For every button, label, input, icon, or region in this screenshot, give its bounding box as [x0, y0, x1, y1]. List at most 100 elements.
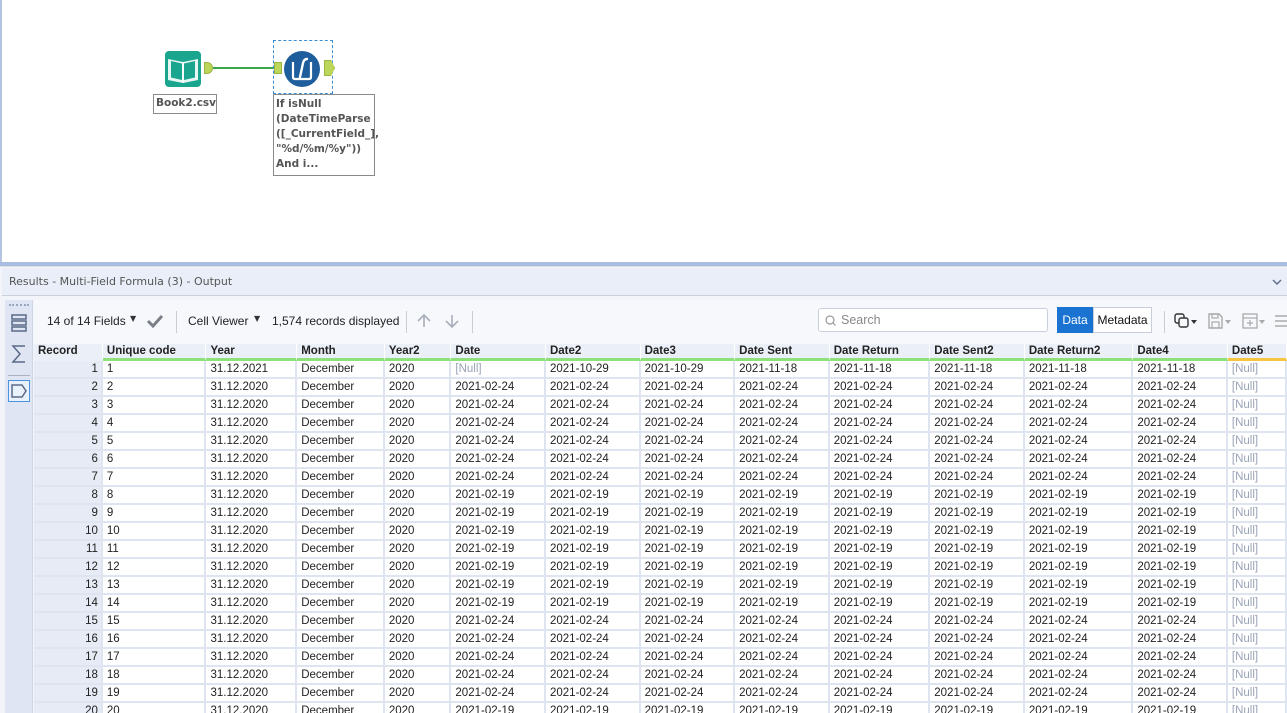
table-cell[interactable]: 2021-02-19	[545, 703, 641, 713]
table-cell[interactable]: 2020	[384, 577, 452, 595]
search-input[interactable]	[841, 311, 1041, 329]
table-cell[interactable]: 2021-02-19	[451, 541, 546, 559]
table-cell[interactable]: 2021-02-24	[735, 649, 830, 667]
table-view-icon[interactable]	[8, 312, 30, 334]
table-cell[interactable]: 2021-02-19	[1024, 505, 1134, 523]
table-cell[interactable]: 2021-02-19	[829, 577, 931, 595]
tab-metadata[interactable]: Metadata	[1093, 307, 1152, 333]
table-cell[interactable]: [Null]	[1227, 667, 1287, 685]
table-cell[interactable]: 2020	[384, 559, 452, 577]
table-cell[interactable]: 2020	[384, 487, 452, 505]
table-cell[interactable]: 31.12.2020	[206, 595, 298, 613]
table-cell[interactable]: 20	[102, 703, 207, 713]
table-cell[interactable]: 2021-02-19	[930, 523, 1025, 541]
table-cell[interactable]: 2021-02-24	[1133, 613, 1228, 631]
table-cell[interactable]: 31.12.2020	[206, 631, 298, 649]
table-cell[interactable]: December	[297, 505, 385, 523]
grip-handle[interactable]	[9, 304, 29, 307]
table-cell[interactable]: 2021-02-24	[640, 685, 736, 703]
column-header[interactable]: Date2	[545, 344, 641, 361]
table-cell[interactable]: 2021-02-24	[1133, 415, 1228, 433]
table-cell[interactable]: 31.12.2020	[206, 667, 298, 685]
table-cell[interactable]: 2021-02-24	[640, 631, 736, 649]
table-cell[interactable]: 2021-02-24	[930, 613, 1025, 631]
table-cell[interactable]: 2021-02-19	[640, 541, 736, 559]
record-number[interactable]: 7	[34, 469, 103, 487]
output-anchor[interactable]	[324, 60, 335, 76]
table-cell[interactable]: 2021-02-24	[1024, 649, 1134, 667]
table-cell[interactable]: 18	[102, 667, 207, 685]
fields-dropdown[interactable]: 14 of 14 Fields	[47, 314, 126, 328]
table-cell[interactable]: 2021-02-19	[451, 577, 546, 595]
table-cell[interactable]: 2021-02-19	[1133, 505, 1228, 523]
table-cell[interactable]: 2021-02-24	[1024, 469, 1134, 487]
copy-icon[interactable]	[1174, 313, 1198, 329]
multi-field-formula-icon[interactable]	[283, 50, 321, 88]
table-cell[interactable]: 2021-11-18	[930, 361, 1025, 379]
table-cell[interactable]: [Null]	[1227, 631, 1287, 649]
summary-sigma-icon[interactable]	[8, 343, 30, 365]
table-cell[interactable]: 2021-11-18	[735, 361, 830, 379]
table-cell[interactable]: 2021-02-19	[1024, 523, 1134, 541]
table-cell[interactable]: 2021-02-24	[1024, 379, 1134, 397]
table-cell[interactable]: 2021-02-19	[1133, 541, 1228, 559]
table-cell[interactable]: 2021-02-19	[1133, 595, 1228, 613]
table-cell[interactable]: 2021-02-24	[545, 613, 641, 631]
table-cell[interactable]: 2021-02-24	[1024, 397, 1134, 415]
table-cell[interactable]: 2021-02-19	[451, 595, 546, 613]
table-cell[interactable]: 2021-02-24	[735, 613, 830, 631]
record-number[interactable]: 12	[34, 559, 103, 577]
table-cell[interactable]: 2021-02-19	[451, 559, 546, 577]
output-tag-icon[interactable]	[8, 380, 30, 402]
table-cell[interactable]: 2021-11-18	[1024, 361, 1134, 379]
table-cell[interactable]: 2021-02-19	[735, 487, 830, 505]
table-cell[interactable]: 2020	[384, 649, 452, 667]
table-cell[interactable]: 2021-02-24	[1133, 451, 1228, 469]
output-anchor[interactable]	[204, 62, 213, 74]
table-cell[interactable]: December	[297, 523, 385, 541]
column-header[interactable]: Month	[297, 344, 385, 361]
table-cell[interactable]: 2021-02-24	[545, 649, 641, 667]
table-cell[interactable]: 2021-02-24	[735, 397, 830, 415]
table-cell[interactable]: 2021-02-19	[930, 577, 1025, 595]
record-number[interactable]: 6	[34, 451, 103, 469]
table-cell[interactable]: December	[297, 469, 385, 487]
table-cell[interactable]: December	[297, 613, 385, 631]
record-number[interactable]: 14	[34, 595, 103, 613]
table-cell[interactable]: December	[297, 487, 385, 505]
table-cell[interactable]: 4	[102, 415, 207, 433]
table-cell[interactable]: [Null]	[1227, 487, 1287, 505]
table-cell[interactable]: 2021-02-19	[640, 703, 736, 713]
caret-down-icon[interactable]: ▼	[254, 314, 260, 323]
table-cell[interactable]: 2021-02-19	[829, 595, 931, 613]
table-cell[interactable]: 2021-02-24	[451, 685, 546, 703]
table-cell[interactable]: 2020	[384, 505, 452, 523]
table-cell[interactable]: 2021-02-19	[930, 505, 1025, 523]
table-cell[interactable]: 2021-02-19	[1024, 595, 1134, 613]
table-cell[interactable]: 2021-02-19	[829, 541, 931, 559]
table-cell[interactable]: December	[297, 667, 385, 685]
column-header[interactable]: Year	[206, 344, 298, 361]
chevron-down-icon[interactable]	[1271, 276, 1283, 288]
table-cell[interactable]: 2020	[384, 451, 452, 469]
table-cell[interactable]: 2021-02-24	[735, 433, 830, 451]
table-cell[interactable]: 2021-02-19	[1133, 577, 1228, 595]
table-cell[interactable]: December	[297, 631, 385, 649]
table-cell[interactable]: December	[297, 595, 385, 613]
table-cell[interactable]: 2021-02-24	[451, 631, 546, 649]
table-cell[interactable]: 2021-02-24	[829, 667, 931, 685]
table-cell[interactable]: 2021-10-29	[545, 361, 641, 379]
table-cell[interactable]: [Null]	[1227, 613, 1287, 631]
table-cell[interactable]: 31.12.2021	[206, 361, 298, 379]
table-cell[interactable]: 2021-02-24	[829, 397, 931, 415]
table-cell[interactable]: 2021-02-19	[640, 523, 736, 541]
record-number[interactable]: 11	[34, 541, 103, 559]
table-cell[interactable]: 31.12.2020	[206, 703, 298, 713]
table-cell[interactable]: 2021-02-24	[1024, 415, 1134, 433]
column-header[interactable]: Record	[34, 344, 103, 361]
table-cell[interactable]: 2021-02-24	[640, 649, 736, 667]
table-cell[interactable]: 2021-02-19	[735, 523, 830, 541]
table-cell[interactable]: 2020	[384, 361, 452, 379]
table-cell[interactable]: 2021-02-19	[1133, 487, 1228, 505]
table-cell[interactable]: 2021-02-19	[930, 541, 1025, 559]
